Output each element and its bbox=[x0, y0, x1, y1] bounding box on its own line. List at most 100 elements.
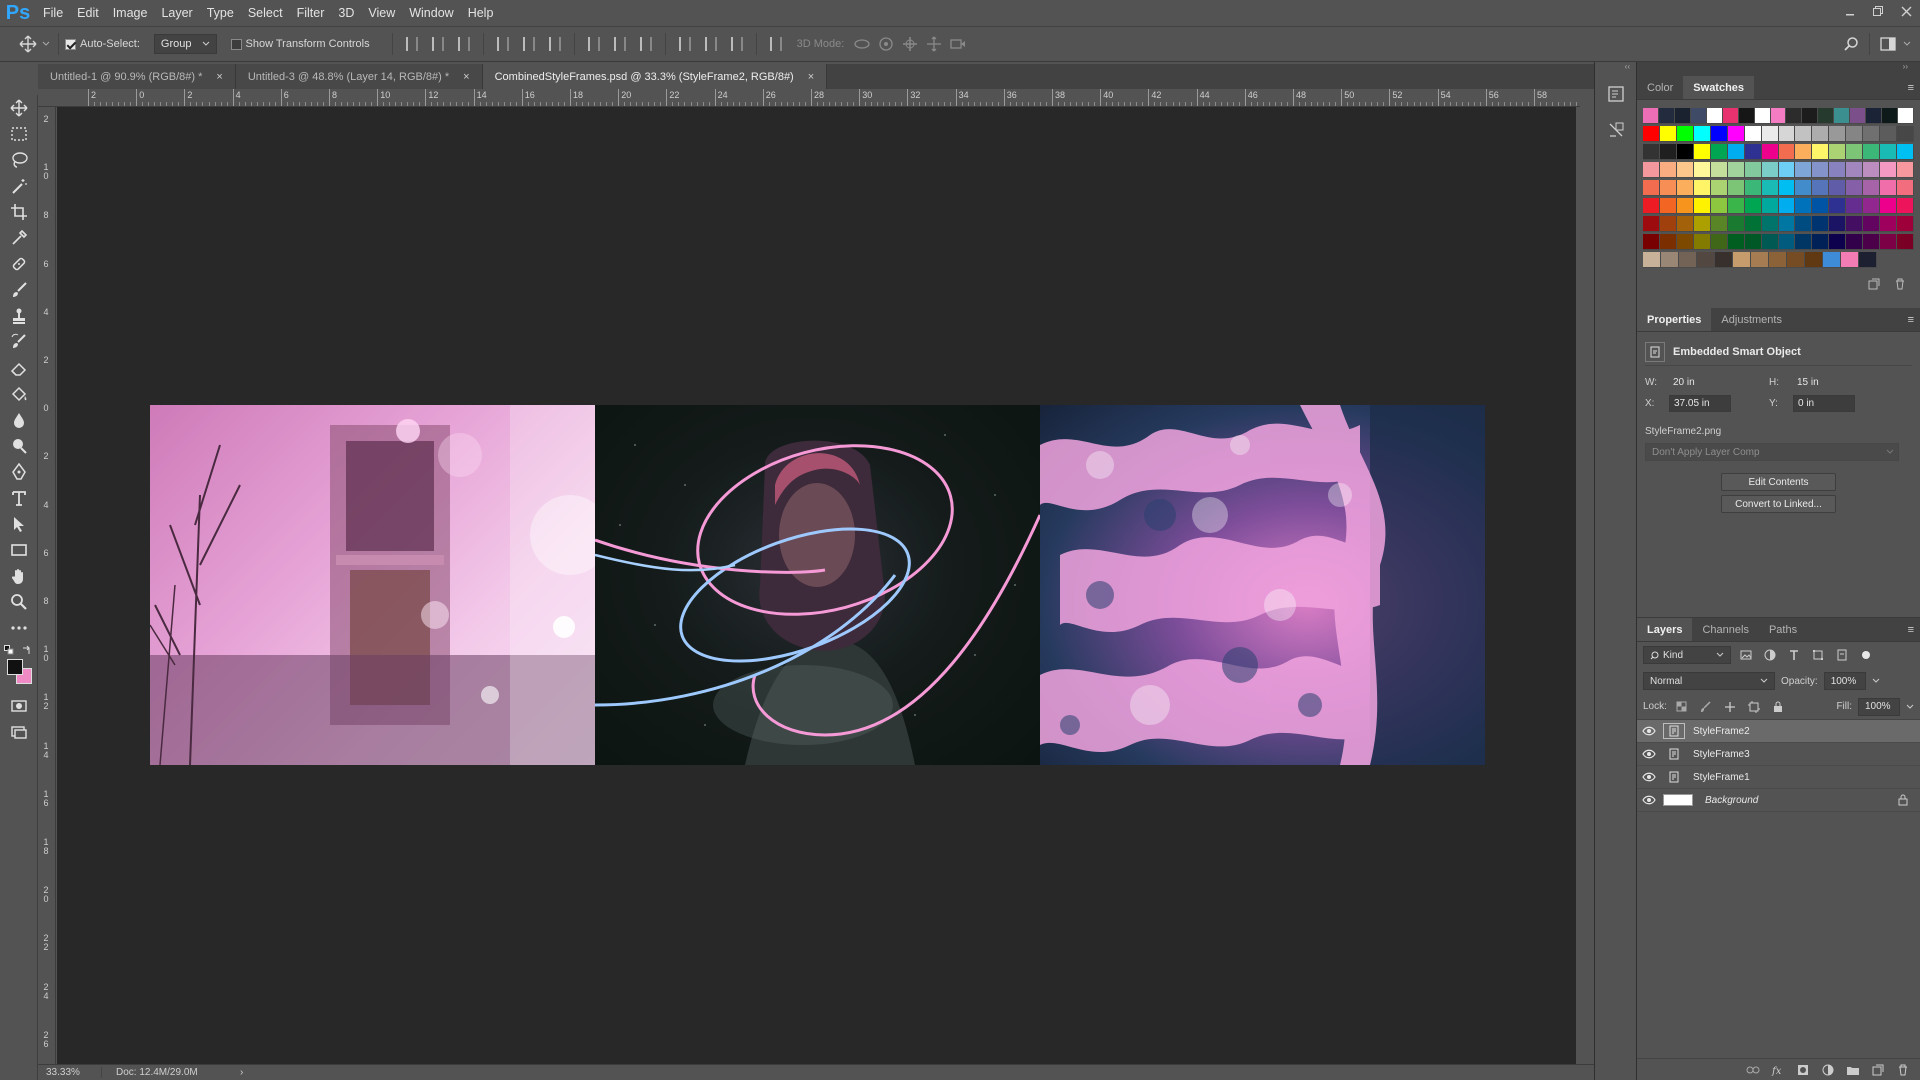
3d-scale-icon[interactable] bbox=[946, 32, 970, 56]
layer-name[interactable]: StyleFrame2 bbox=[1693, 726, 1750, 737]
delete-layer-icon[interactable] bbox=[1896, 1063, 1910, 1077]
lasso-tool-icon[interactable] bbox=[0, 147, 38, 173]
color-swatch[interactable] bbox=[1643, 144, 1660, 160]
color-swatch[interactable] bbox=[1676, 126, 1694, 142]
tab-untitled-1[interactable]: Untitled-1 @ 90.9% (RGB/8#) * × bbox=[38, 64, 236, 89]
3d-roll-icon[interactable] bbox=[874, 32, 898, 56]
color-swatch[interactable] bbox=[1643, 180, 1660, 196]
vertical-ruler[interactable]: 2 1 0 8 6 4 2 0 2 4 6 8 1 0 1 2 1 4 1 6 1 8 2 0 2 2 2 4 2 6 bbox=[38, 107, 56, 1064]
auto-align-layers-icon[interactable] bbox=[763, 32, 789, 56]
new-layer-icon[interactable] bbox=[1871, 1063, 1885, 1077]
color-swatch[interactable] bbox=[1841, 252, 1859, 268]
tab-swatches[interactable]: Swatches bbox=[1683, 76, 1755, 99]
close-tab-icon[interactable]: × bbox=[808, 71, 814, 83]
3d-pan-icon[interactable] bbox=[898, 32, 922, 56]
color-swatch[interactable] bbox=[1897, 144, 1914, 160]
color-swatch[interactable] bbox=[1812, 144, 1830, 160]
color-swatch[interactable] bbox=[1659, 126, 1677, 142]
color-swatch[interactable] bbox=[1727, 216, 1745, 232]
zoom-tool-icon[interactable] bbox=[0, 589, 38, 615]
color-swatch[interactable] bbox=[1778, 180, 1796, 196]
color-swatch[interactable] bbox=[1829, 126, 1847, 142]
color-swatch[interactable] bbox=[1778, 234, 1796, 250]
color-swatch[interactable] bbox=[1676, 216, 1694, 232]
color-swatch[interactable] bbox=[1733, 252, 1751, 268]
fill-field[interactable]: 100% bbox=[1858, 697, 1900, 716]
color-swatch[interactable] bbox=[1659, 198, 1677, 214]
layer-name[interactable]: Background bbox=[1705, 795, 1758, 806]
brush-tool-icon[interactable] bbox=[0, 277, 38, 303]
color-swatch[interactable] bbox=[1761, 144, 1779, 160]
color-swatch[interactable] bbox=[1761, 216, 1779, 232]
eye-icon[interactable] bbox=[1637, 772, 1661, 782]
color-swatch[interactable] bbox=[1897, 216, 1914, 232]
color-swatch[interactable] bbox=[1738, 108, 1755, 124]
color-swatch[interactable] bbox=[1727, 162, 1745, 178]
menu-help[interactable]: Help bbox=[461, 0, 501, 26]
auto-select-checkbox[interactable] bbox=[65, 38, 76, 50]
color-swatch[interactable] bbox=[1897, 162, 1914, 178]
color-swatch[interactable] bbox=[1761, 126, 1779, 142]
color-swatch[interactable] bbox=[1706, 108, 1723, 124]
lock-image-icon[interactable] bbox=[1697, 698, 1715, 716]
more-tools-icon[interactable] bbox=[0, 615, 38, 641]
eraser-tool-icon[interactable] bbox=[0, 355, 38, 381]
swap-colors-icon[interactable] bbox=[22, 645, 32, 655]
properties-panel-icon[interactable] bbox=[1595, 112, 1637, 148]
color-swatch[interactable] bbox=[1863, 198, 1881, 214]
align-left-icon[interactable] bbox=[490, 32, 516, 56]
type-layer-filter-icon[interactable] bbox=[1785, 646, 1803, 664]
tab-paths[interactable]: Paths bbox=[1759, 618, 1807, 641]
close-window-icon[interactable] bbox=[1892, 0, 1920, 22]
color-swatch[interactable] bbox=[1863, 216, 1881, 232]
color-swatch[interactable] bbox=[1778, 216, 1796, 232]
smart-object-filter-icon[interactable] bbox=[1833, 646, 1851, 664]
color-swatch[interactable] bbox=[1710, 162, 1728, 178]
color-swatch[interactable] bbox=[1744, 180, 1762, 196]
color-swatch[interactable] bbox=[1727, 144, 1745, 160]
blur-tool-icon[interactable] bbox=[0, 407, 38, 433]
path-selection-icon[interactable] bbox=[0, 511, 38, 537]
chevron-down-icon[interactable] bbox=[40, 32, 52, 56]
tab-properties[interactable]: Properties bbox=[1637, 308, 1712, 331]
color-swatch[interactable] bbox=[1880, 216, 1898, 232]
type-tool-icon[interactable] bbox=[0, 485, 38, 511]
horizontal-ruler[interactable]: 2 0 2 4 6 8 10 12 14 16 18 20 22 24 26 28 30 32 34 36 38 40 42… bbox=[55, 89, 1580, 107]
color-swatch[interactable] bbox=[1744, 162, 1762, 178]
color-swatch[interactable] bbox=[1812, 162, 1830, 178]
color-swatch[interactable] bbox=[1744, 234, 1762, 250]
style-frame-2-image[interactable] bbox=[595, 405, 1040, 765]
color-swatch[interactable] bbox=[1778, 162, 1796, 178]
menu-layer[interactable]: Layer bbox=[154, 0, 199, 26]
color-swatch[interactable] bbox=[1659, 180, 1677, 196]
chevron-down-icon[interactable] bbox=[1900, 32, 1914, 56]
distribute-right-icon[interactable] bbox=[724, 32, 750, 56]
menu-file[interactable]: File bbox=[36, 0, 70, 26]
color-swatch[interactable] bbox=[1761, 180, 1779, 196]
layer-name[interactable]: StyleFrame1 bbox=[1693, 772, 1750, 783]
lock-transparent-icon[interactable] bbox=[1673, 698, 1691, 716]
color-swatch[interactable] bbox=[1744, 198, 1762, 214]
align-horizontal-center-icon[interactable] bbox=[516, 32, 542, 56]
align-right-icon[interactable] bbox=[542, 32, 568, 56]
menu-type[interactable]: Type bbox=[200, 0, 241, 26]
pen-tool-icon[interactable] bbox=[0, 459, 38, 485]
color-swatch[interactable] bbox=[1659, 162, 1677, 178]
color-swatch[interactable] bbox=[1786, 108, 1803, 124]
document-canvas[interactable] bbox=[150, 405, 1485, 765]
color-swatch[interactable] bbox=[1778, 126, 1796, 142]
color-swatch[interactable] bbox=[1710, 180, 1728, 196]
clone-stamp-icon[interactable] bbox=[0, 303, 38, 329]
hand-tool-icon[interactable] bbox=[0, 563, 38, 589]
quick-mask-icon[interactable] bbox=[0, 693, 38, 719]
color-swatch[interactable] bbox=[1751, 252, 1769, 268]
color-swatch[interactable] bbox=[1846, 144, 1864, 160]
color-swatch[interactable] bbox=[1863, 162, 1881, 178]
shape-layer-filter-icon[interactable] bbox=[1809, 646, 1827, 664]
color-swatch[interactable] bbox=[1795, 180, 1813, 196]
color-swatch[interactable] bbox=[1897, 180, 1914, 196]
add-mask-icon[interactable] bbox=[1796, 1063, 1810, 1077]
color-swatch[interactable] bbox=[1727, 180, 1745, 196]
color-swatch[interactable] bbox=[1880, 180, 1898, 196]
crop-tool-icon[interactable] bbox=[0, 199, 38, 225]
